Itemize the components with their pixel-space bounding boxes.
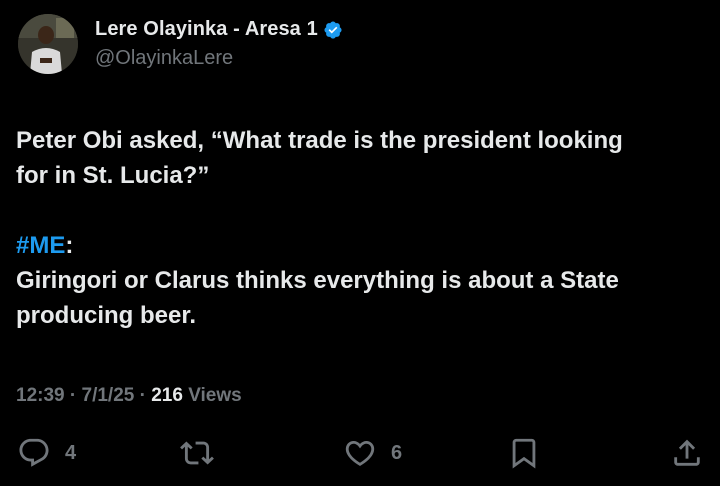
post-line-3: #ME: bbox=[16, 228, 706, 263]
repost-icon bbox=[180, 441, 214, 465]
meta-separator: · bbox=[64, 385, 82, 406]
post-line-5: producing beer. bbox=[16, 302, 197, 329]
display-name-row: Lere Olayinka - Aresa 1 bbox=[95, 18, 343, 41]
repost-button[interactable] bbox=[180, 430, 214, 476]
author-names: Lere Olayinka - Aresa 1 @OlayinkaLere bbox=[95, 18, 343, 70]
meta-separator: · bbox=[134, 385, 152, 406]
reply-icon bbox=[19, 438, 49, 467]
share-icon bbox=[674, 439, 700, 466]
action-bar: 4 6 bbox=[0, 430, 720, 476]
post-line-2: for in St. Lucia?” bbox=[16, 162, 210, 189]
verified-badge-icon[interactable] bbox=[323, 20, 343, 40]
bookmark-button[interactable] bbox=[507, 430, 541, 476]
bookmark-icon bbox=[512, 438, 536, 469]
post-time[interactable]: 12:39 bbox=[16, 385, 65, 406]
like-button[interactable]: 6 bbox=[343, 430, 402, 476]
views-count: 216 bbox=[151, 385, 183, 406]
post-line-4: Giringori or Clarus thinks everything is… bbox=[16, 267, 619, 294]
handle[interactable]: @OlayinkaLere bbox=[95, 47, 343, 70]
post-meta: 12:39 · 7/1/25 · 216 Views bbox=[16, 385, 242, 407]
hashtag-link[interactable]: #ME bbox=[16, 232, 65, 259]
hashtag-suffix: : bbox=[65, 232, 74, 259]
post-header: Lere Olayinka - Aresa 1 @OlayinkaLere bbox=[18, 14, 343, 74]
post-line-1: Peter Obi asked, “What trade is the pres… bbox=[16, 127, 623, 154]
like-count: 6 bbox=[391, 441, 403, 464]
post-text: Peter Obi asked, “What trade is the pres… bbox=[16, 123, 706, 333]
display-name[interactable]: Lere Olayinka - Aresa 1 bbox=[95, 18, 318, 41]
reply-button[interactable]: 4 bbox=[17, 430, 76, 476]
avatar[interactable] bbox=[18, 14, 78, 74]
reply-count: 4 bbox=[65, 441, 77, 464]
views-label: Views bbox=[182, 385, 242, 406]
share-button[interactable] bbox=[670, 430, 704, 476]
post-date[interactable]: 7/1/25 bbox=[82, 385, 135, 406]
like-icon bbox=[345, 440, 375, 466]
